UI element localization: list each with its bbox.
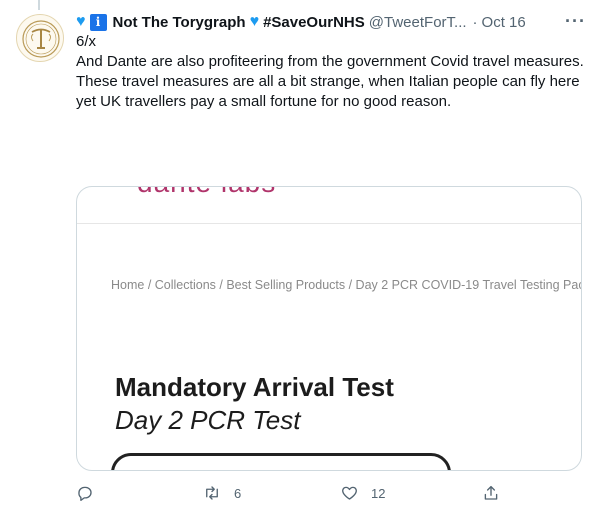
author-name[interactable]: Not The Torygraph bbox=[113, 14, 246, 31]
tweet-actions: 6 12 bbox=[76, 484, 586, 504]
like-button[interactable]: 12 bbox=[340, 484, 385, 502]
tweet-paragraph-1: And Dante are also profiteering from the… bbox=[76, 53, 584, 70]
reply-icon bbox=[78, 486, 92, 501]
tweet-text: 6/x And Dante are also profiteering from… bbox=[76, 32, 586, 112]
tweet-header: ♥ i Not The Torygraph ♥ #SaveOurNHS @Twe… bbox=[76, 12, 586, 32]
thread-connector-line bbox=[38, 0, 40, 10]
product-subtitle: Day 2 PCR Test bbox=[115, 405, 301, 435]
separator-dot: · bbox=[472, 13, 478, 31]
share-button[interactable] bbox=[482, 484, 500, 502]
like-count: 12 bbox=[371, 485, 386, 501]
torygraph-logo bbox=[22, 20, 60, 58]
thread-index: 6/x bbox=[76, 33, 97, 50]
author-hashtag-name[interactable]: #SaveOurNHS bbox=[263, 14, 365, 31]
tweet-content: ♥ i Not The Torygraph ♥ #SaveOurNHS @Twe… bbox=[76, 12, 586, 112]
retweet-icon bbox=[206, 486, 218, 500]
product-title: Mandatory Arrival Test bbox=[115, 372, 394, 402]
avatar[interactable] bbox=[16, 14, 64, 62]
card-cta-button bbox=[111, 453, 451, 470]
retweet-button[interactable]: 6 bbox=[202, 484, 241, 502]
dante-labs-logo: dante labs bbox=[137, 187, 276, 199]
link-preview-card[interactable]: dante labs Home / Collections / Best Sel… bbox=[76, 186, 582, 471]
reply-button[interactable] bbox=[76, 484, 106, 502]
more-options-icon[interactable]: ··· bbox=[565, 12, 586, 30]
blue-heart-icon: ♥ bbox=[76, 13, 86, 30]
breadcrumb: Home / Collections / Best Selling Produc… bbox=[111, 278, 582, 292]
like-icon bbox=[342, 486, 357, 500]
retweet-count: 6 bbox=[234, 485, 242, 501]
share-icon bbox=[484, 485, 498, 500]
info-badge-icon: i bbox=[89, 13, 107, 31]
tweet-paragraph-2: These travel measures are all a bit stra… bbox=[76, 73, 580, 110]
author-handle[interactable]: @TweetForT... bbox=[369, 14, 467, 31]
tweet-date[interactable]: Oct 16 bbox=[482, 14, 526, 31]
blue-heart-icon: ♥ bbox=[249, 13, 260, 30]
card-header-divider bbox=[77, 223, 581, 224]
